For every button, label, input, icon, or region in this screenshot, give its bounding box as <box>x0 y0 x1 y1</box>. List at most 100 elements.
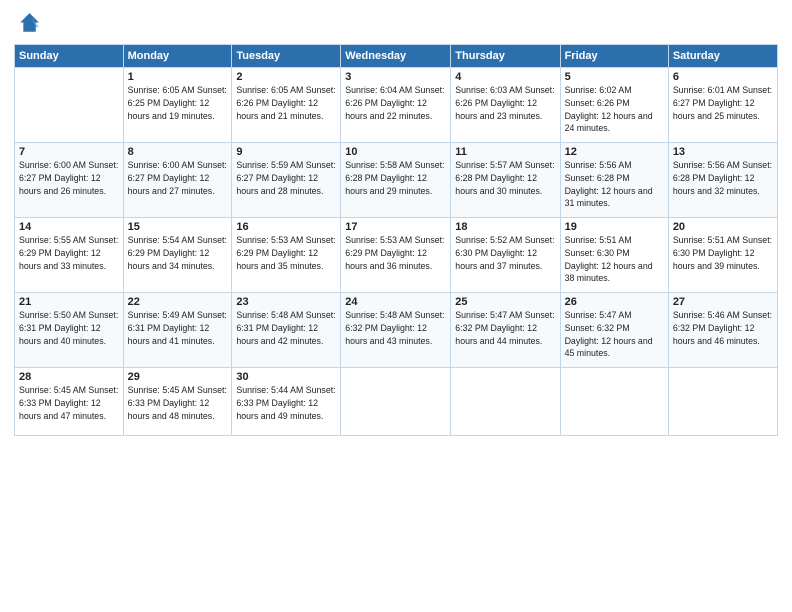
week-row-5: 28Sunrise: 5:45 AM Sunset: 6:33 PM Dayli… <box>15 368 778 436</box>
day-cell <box>451 368 560 436</box>
column-header-wednesday: Wednesday <box>341 45 451 68</box>
day-number: 8 <box>128 146 228 158</box>
day-info: Sunrise: 6:04 AM Sunset: 6:26 PM Dayligh… <box>345 84 446 122</box>
day-cell: 4Sunrise: 6:03 AM Sunset: 6:26 PM Daylig… <box>451 68 560 143</box>
day-cell: 5Sunrise: 6:02 AM Sunset: 6:26 PM Daylig… <box>560 68 668 143</box>
day-number: 10 <box>345 146 446 158</box>
day-info: Sunrise: 6:00 AM Sunset: 6:27 PM Dayligh… <box>19 159 119 197</box>
column-header-tuesday: Tuesday <box>232 45 341 68</box>
day-number: 27 <box>673 296 773 308</box>
day-cell: 13Sunrise: 5:56 AM Sunset: 6:28 PM Dayli… <box>668 143 777 218</box>
day-cell: 3Sunrise: 6:04 AM Sunset: 6:26 PM Daylig… <box>341 68 451 143</box>
column-header-monday: Monday <box>123 45 232 68</box>
day-number: 18 <box>455 221 555 233</box>
day-cell <box>668 368 777 436</box>
day-number: 9 <box>236 146 336 158</box>
day-info: Sunrise: 5:53 AM Sunset: 6:29 PM Dayligh… <box>345 234 446 272</box>
day-number: 12 <box>565 146 664 158</box>
week-row-1: 1Sunrise: 6:05 AM Sunset: 6:25 PM Daylig… <box>15 68 778 143</box>
day-info: Sunrise: 5:47 AM Sunset: 6:32 PM Dayligh… <box>455 309 555 347</box>
day-cell: 7Sunrise: 6:00 AM Sunset: 6:27 PM Daylig… <box>15 143 124 218</box>
day-number: 2 <box>236 71 336 83</box>
week-row-2: 7Sunrise: 6:00 AM Sunset: 6:27 PM Daylig… <box>15 143 778 218</box>
header <box>14 10 778 38</box>
day-info: Sunrise: 6:05 AM Sunset: 6:25 PM Dayligh… <box>128 84 228 122</box>
day-info: Sunrise: 6:05 AM Sunset: 6:26 PM Dayligh… <box>236 84 336 122</box>
day-info: Sunrise: 5:44 AM Sunset: 6:33 PM Dayligh… <box>236 384 336 422</box>
day-number: 4 <box>455 71 555 83</box>
day-number: 30 <box>236 371 336 383</box>
day-info: Sunrise: 5:47 AM Sunset: 6:32 PM Dayligh… <box>565 309 664 360</box>
week-row-4: 21Sunrise: 5:50 AM Sunset: 6:31 PM Dayli… <box>15 293 778 368</box>
week-row-3: 14Sunrise: 5:55 AM Sunset: 6:29 PM Dayli… <box>15 218 778 293</box>
day-info: Sunrise: 5:51 AM Sunset: 6:30 PM Dayligh… <box>673 234 773 272</box>
day-cell <box>341 368 451 436</box>
day-info: Sunrise: 5:55 AM Sunset: 6:29 PM Dayligh… <box>19 234 119 272</box>
day-number: 1 <box>128 71 228 83</box>
day-info: Sunrise: 5:48 AM Sunset: 6:31 PM Dayligh… <box>236 309 336 347</box>
day-info: Sunrise: 5:53 AM Sunset: 6:29 PM Dayligh… <box>236 234 336 272</box>
day-number: 22 <box>128 296 228 308</box>
day-cell: 20Sunrise: 5:51 AM Sunset: 6:30 PM Dayli… <box>668 218 777 293</box>
day-number: 17 <box>345 221 446 233</box>
column-header-sunday: Sunday <box>15 45 124 68</box>
day-cell <box>560 368 668 436</box>
day-cell: 22Sunrise: 5:49 AM Sunset: 6:31 PM Dayli… <box>123 293 232 368</box>
day-cell: 8Sunrise: 6:00 AM Sunset: 6:27 PM Daylig… <box>123 143 232 218</box>
day-info: Sunrise: 5:51 AM Sunset: 6:30 PM Dayligh… <box>565 234 664 285</box>
day-cell: 28Sunrise: 5:45 AM Sunset: 6:33 PM Dayli… <box>15 368 124 436</box>
day-number: 5 <box>565 71 664 83</box>
day-cell: 27Sunrise: 5:46 AM Sunset: 6:32 PM Dayli… <box>668 293 777 368</box>
column-header-saturday: Saturday <box>668 45 777 68</box>
day-number: 21 <box>19 296 119 308</box>
day-cell: 2Sunrise: 6:05 AM Sunset: 6:26 PM Daylig… <box>232 68 341 143</box>
day-cell: 21Sunrise: 5:50 AM Sunset: 6:31 PM Dayli… <box>15 293 124 368</box>
logo-icon <box>14 10 42 38</box>
day-number: 6 <box>673 71 773 83</box>
day-info: Sunrise: 5:56 AM Sunset: 6:28 PM Dayligh… <box>673 159 773 197</box>
day-info: Sunrise: 5:46 AM Sunset: 6:32 PM Dayligh… <box>673 309 773 347</box>
day-number: 3 <box>345 71 446 83</box>
day-cell: 25Sunrise: 5:47 AM Sunset: 6:32 PM Dayli… <box>451 293 560 368</box>
day-number: 7 <box>19 146 119 158</box>
day-cell: 14Sunrise: 5:55 AM Sunset: 6:29 PM Dayli… <box>15 218 124 293</box>
day-cell <box>15 68 124 143</box>
day-cell: 1Sunrise: 6:05 AM Sunset: 6:25 PM Daylig… <box>123 68 232 143</box>
calendar-header-row: SundayMondayTuesdayWednesdayThursdayFrid… <box>15 45 778 68</box>
column-header-thursday: Thursday <box>451 45 560 68</box>
day-cell: 29Sunrise: 5:45 AM Sunset: 6:33 PM Dayli… <box>123 368 232 436</box>
day-info: Sunrise: 5:57 AM Sunset: 6:28 PM Dayligh… <box>455 159 555 197</box>
day-info: Sunrise: 6:03 AM Sunset: 6:26 PM Dayligh… <box>455 84 555 122</box>
day-cell: 6Sunrise: 6:01 AM Sunset: 6:27 PM Daylig… <box>668 68 777 143</box>
day-cell: 30Sunrise: 5:44 AM Sunset: 6:33 PM Dayli… <box>232 368 341 436</box>
day-info: Sunrise: 5:56 AM Sunset: 6:28 PM Dayligh… <box>565 159 664 210</box>
day-info: Sunrise: 5:52 AM Sunset: 6:30 PM Dayligh… <box>455 234 555 272</box>
day-number: 24 <box>345 296 446 308</box>
day-cell: 11Sunrise: 5:57 AM Sunset: 6:28 PM Dayli… <box>451 143 560 218</box>
day-info: Sunrise: 5:45 AM Sunset: 6:33 PM Dayligh… <box>19 384 119 422</box>
day-info: Sunrise: 6:02 AM Sunset: 6:26 PM Dayligh… <box>565 84 664 135</box>
day-number: 14 <box>19 221 119 233</box>
day-info: Sunrise: 5:54 AM Sunset: 6:29 PM Dayligh… <box>128 234 228 272</box>
day-info: Sunrise: 6:00 AM Sunset: 6:27 PM Dayligh… <box>128 159 228 197</box>
day-info: Sunrise: 5:59 AM Sunset: 6:27 PM Dayligh… <box>236 159 336 197</box>
day-info: Sunrise: 5:58 AM Sunset: 6:28 PM Dayligh… <box>345 159 446 197</box>
calendar-container: SundayMondayTuesdayWednesdayThursdayFrid… <box>0 0 792 444</box>
day-info: Sunrise: 6:01 AM Sunset: 6:27 PM Dayligh… <box>673 84 773 122</box>
day-number: 13 <box>673 146 773 158</box>
day-cell: 24Sunrise: 5:48 AM Sunset: 6:32 PM Dayli… <box>341 293 451 368</box>
day-number: 26 <box>565 296 664 308</box>
day-cell: 23Sunrise: 5:48 AM Sunset: 6:31 PM Dayli… <box>232 293 341 368</box>
day-info: Sunrise: 5:50 AM Sunset: 6:31 PM Dayligh… <box>19 309 119 347</box>
day-cell: 18Sunrise: 5:52 AM Sunset: 6:30 PM Dayli… <box>451 218 560 293</box>
day-cell: 15Sunrise: 5:54 AM Sunset: 6:29 PM Dayli… <box>123 218 232 293</box>
column-header-friday: Friday <box>560 45 668 68</box>
day-cell: 26Sunrise: 5:47 AM Sunset: 6:32 PM Dayli… <box>560 293 668 368</box>
day-info: Sunrise: 5:45 AM Sunset: 6:33 PM Dayligh… <box>128 384 228 422</box>
calendar-table: SundayMondayTuesdayWednesdayThursdayFrid… <box>14 44 778 436</box>
day-cell: 19Sunrise: 5:51 AM Sunset: 6:30 PM Dayli… <box>560 218 668 293</box>
day-cell: 9Sunrise: 5:59 AM Sunset: 6:27 PM Daylig… <box>232 143 341 218</box>
day-info: Sunrise: 5:49 AM Sunset: 6:31 PM Dayligh… <box>128 309 228 347</box>
day-cell: 17Sunrise: 5:53 AM Sunset: 6:29 PM Dayli… <box>341 218 451 293</box>
day-number: 23 <box>236 296 336 308</box>
